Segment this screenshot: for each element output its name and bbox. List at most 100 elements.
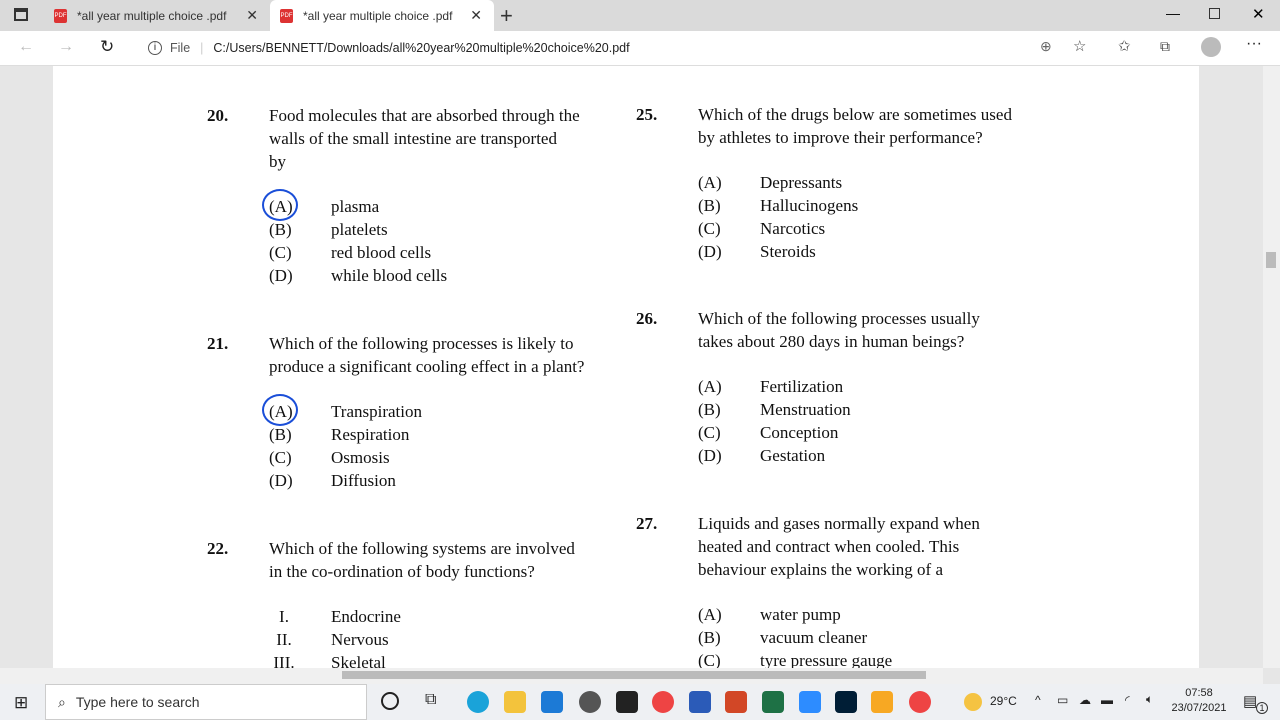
answer-option[interactable]: (B) Respiration (269, 423, 627, 446)
answer-option[interactable]: (C) red blood cells (269, 241, 627, 264)
answer-option[interactable]: (A) Fertilization (698, 375, 1056, 398)
answer-option[interactable]: (D) Diffusion (269, 469, 627, 492)
chrome-profile-icon[interactable] (909, 691, 931, 713)
url-text[interactable]: C:/Users/BENNETT/Downloads/all%20year%20… (213, 41, 629, 55)
option-label: (A) (698, 377, 722, 396)
weather-temp[interactable]: 29°C (990, 694, 1017, 708)
excel-icon[interactable] (762, 691, 784, 713)
option-text: Hallucinogens (760, 196, 859, 215)
search-box[interactable]: ⌕ Type here to search (45, 684, 367, 720)
question-text-line: Which of the following processes is like… (269, 334, 574, 353)
question-number: 21. (207, 334, 229, 353)
collections-icon[interactable]: ⧉ (1160, 38, 1170, 55)
answer-option[interactable]: (D) while blood cells (269, 264, 627, 287)
question-text-line: Liquids and gases normally expand when (698, 514, 980, 533)
mail-icon[interactable] (541, 691, 563, 713)
option-text: while blood cells (331, 266, 448, 285)
wifi-icon[interactable]: ◜ (1125, 693, 1130, 707)
chrome-icon[interactable] (652, 691, 674, 713)
tab-actions-icon[interactable] (14, 8, 28, 21)
time: 07:58 (1185, 687, 1213, 699)
answer-option[interactable]: (B) Hallucinogens (698, 194, 1056, 217)
answer-option[interactable]: II. Nervous (269, 628, 627, 651)
question-text-line: Which of the drugs below are sometimes u… (698, 105, 1012, 124)
amazon-icon[interactable] (616, 691, 638, 713)
answer-option[interactable]: (D) Gestation (698, 444, 1056, 467)
horizontal-scrollbar[interactable] (0, 668, 1263, 684)
edge-icon[interactable] (467, 691, 489, 713)
question-text-line: walls of the small intestine are transpo… (269, 129, 557, 148)
handwritten-circle-annotation (262, 189, 298, 221)
task-view-icon[interactable]: ⧉ (425, 691, 436, 709)
favorite-add-icon[interactable]: ☆ (1073, 37, 1086, 55)
answer-option[interactable]: (C) Conception (698, 421, 1056, 444)
info-icon[interactable]: i (148, 41, 162, 55)
option-label: (B) (698, 196, 721, 215)
clock[interactable]: 07:58 23/07/2021 (1168, 686, 1230, 716)
meet-now-icon[interactable]: ▭ (1057, 693, 1068, 707)
answer-option[interactable]: (D) Steroids (698, 240, 1056, 263)
taskbar: ⊞ ⌕ Type here to search ⧉ 29°C ^ ▭ ☁ ▬ ◜… (0, 684, 1280, 720)
option-text: Fertilization (760, 377, 844, 396)
close-icon[interactable]: ✕ (470, 7, 482, 24)
scroll-thumb[interactable] (1266, 252, 1276, 268)
option-label: (C) (698, 219, 721, 238)
volume-icon[interactable]: 🔈︎ (1146, 692, 1153, 707)
tab-2-active[interactable]: PDF *all year multiple choice .pdf ✕ (270, 0, 494, 31)
maximize-icon[interactable] (1209, 8, 1220, 19)
refresh-icon[interactable]: ↻ (100, 37, 114, 57)
question-text-line: by athletes to improve their performance… (698, 128, 983, 147)
forward-icon[interactable]: → (58, 38, 74, 56)
option-label: (A) (698, 605, 722, 624)
more-icon[interactable]: ··· (1246, 35, 1262, 53)
option-text: red blood cells (331, 243, 432, 262)
answer-option[interactable]: (A) Depressants (698, 171, 1056, 194)
notification-count: 1 (1256, 702, 1268, 714)
question-26: 26. Which of the following processes usua… (636, 307, 1056, 467)
option-text: Narcotics (760, 219, 826, 238)
option-label: (D) (269, 266, 293, 285)
pdf-icon: PDF (280, 8, 293, 23)
close-window-icon[interactable]: ✕ (1252, 5, 1265, 23)
chevron-up-icon[interactable]: ^ (1035, 693, 1041, 707)
media-player-icon[interactable] (871, 691, 893, 713)
question-text-line: produce a significant cooling effect in … (269, 357, 585, 376)
new-tab-icon[interactable]: + (500, 3, 513, 29)
onedrive-icon[interactable]: ☁ (1079, 693, 1091, 707)
answer-option[interactable]: (B) vacuum cleaner (698, 626, 1056, 649)
back-icon[interactable]: ← (18, 38, 34, 56)
lightroom-icon[interactable] (835, 691, 857, 713)
address-bar[interactable]: i File | C:/Users/BENNETT/Downloads/all%… (140, 34, 1070, 62)
zoom-app-icon[interactable] (799, 691, 821, 713)
option-text: water pump (760, 605, 841, 624)
zoom-icon[interactable]: ⊕ (1040, 38, 1052, 55)
profile-icon[interactable] (1201, 37, 1221, 57)
answer-option[interactable]: (A) plasma (262, 189, 627, 221)
close-icon[interactable]: ✕ (246, 7, 258, 24)
answer-option[interactable]: I. Endocrine (269, 605, 627, 628)
cortana-icon[interactable] (381, 692, 399, 710)
answer-option[interactable]: (C) Narcotics (698, 217, 1056, 240)
answer-option[interactable]: (C) Osmosis (269, 446, 627, 469)
favorites-icon[interactable]: ✩ (1118, 37, 1131, 55)
windows-start-icon[interactable]: ⊞ (14, 693, 28, 713)
answer-option[interactable]: (A) Transpiration (262, 394, 627, 426)
camera-app-icon[interactable] (579, 691, 601, 713)
option-text: vacuum cleaner (760, 628, 868, 647)
minimize-icon[interactable]: — (1166, 5, 1180, 21)
option-label: (C) (269, 448, 292, 467)
option-label: (C) (269, 243, 292, 262)
weather-icon[interactable] (964, 693, 982, 711)
file-explorer-icon[interactable] (504, 691, 526, 713)
scroll-thumb[interactable] (342, 671, 926, 679)
word-icon[interactable] (689, 691, 711, 713)
answer-option[interactable]: (B) Menstruation (698, 398, 1056, 421)
vertical-scrollbar[interactable] (1263, 66, 1280, 668)
option-text: Transpiration (331, 402, 422, 421)
option-label: (D) (698, 446, 722, 465)
battery-icon[interactable]: ▬ (1101, 693, 1113, 707)
tab-1[interactable]: PDF *all year multiple choice .pdf ✕ (44, 0, 270, 31)
answer-option[interactable]: (A) water pump (698, 603, 1056, 626)
powerpoint-icon[interactable] (725, 691, 747, 713)
answer-option[interactable]: (B) platelets (269, 218, 627, 241)
